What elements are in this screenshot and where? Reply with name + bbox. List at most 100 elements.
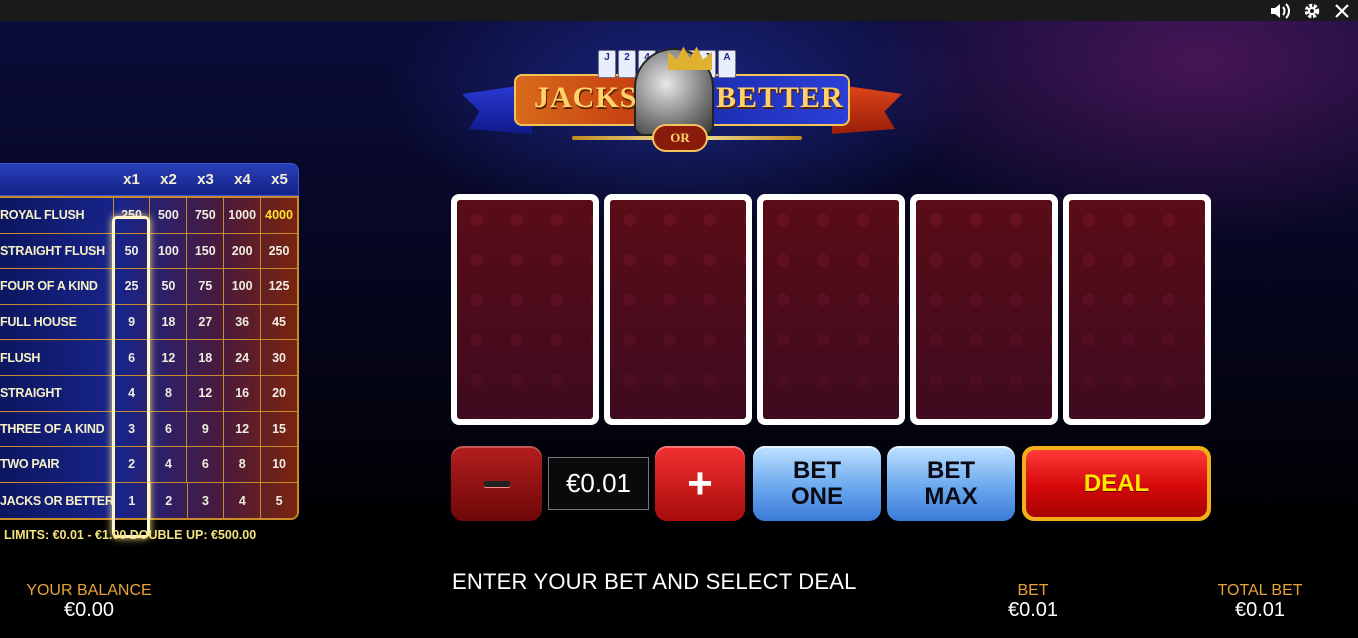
card-back — [763, 200, 899, 419]
status-message: ENTER YOUR BET AND SELECT DEAL — [452, 569, 857, 594]
paytable-payout-cell: 9 — [112, 304, 150, 340]
paytable-row: FOUR OF A KIND 25 50 75 100 125 — [0, 269, 297, 305]
paytable-row: ROYAL FLUSH 250 500 750 1000 4000 — [0, 198, 297, 234]
paytable-payout-cell: 50 — [112, 233, 150, 269]
minus-icon — [483, 480, 510, 487]
paytable-payout-cell: 12 — [223, 411, 260, 447]
logo-word-or: OR — [652, 124, 708, 152]
paytable-payout-cell: 75 — [186, 269, 223, 304]
bet-one-button[interactable]: BET ONE — [753, 446, 881, 521]
paytable-payout-cell: 24 — [223, 340, 260, 375]
bet-max-label-line1: BET — [927, 456, 975, 484]
paytable-column-x4: x4 — [234, 171, 251, 188]
bet-one-label-line1: BET — [792, 456, 841, 484]
paytable-payout-cell: 500 — [149, 198, 186, 233]
bet-max-label-line2: MAX — [924, 482, 978, 510]
paytable-payout-cell: 125 — [260, 269, 297, 304]
bet-footer-value: €0.01 — [1007, 599, 1059, 621]
deal-button[interactable]: DEAL — [1022, 446, 1211, 521]
paytable-hand-name: TWO PAIR — [0, 457, 60, 472]
jacks-or-better-logo: J24JA JACKS BETTER OR — [462, 44, 902, 164]
logo-word-better: BETTER — [716, 81, 844, 114]
close-icon[interactable] — [1330, 0, 1354, 21]
paytable-payout-cell: 20 — [260, 375, 297, 411]
decrease-bet-button[interactable] — [451, 446, 542, 521]
paytable-payout-cell: 250 — [260, 233, 297, 269]
paytable-header: x1 x2 x3 x4 x5 — [0, 163, 299, 196]
paytable-payout-cell: 9 — [186, 411, 223, 447]
paytable-payout-cell: 4000 — [260, 198, 297, 233]
paytable-payout-cell: 18 — [186, 340, 223, 375]
paytable-payout-cell: 15 — [260, 411, 297, 447]
paytable-column-x2: x2 — [160, 171, 177, 188]
balance-label: YOUR BALANCE — [26, 582, 152, 599]
paytable-hand-name: STRAIGHT FLUSH — [0, 243, 105, 258]
paytable-payout-cell: 4 — [223, 482, 260, 519]
paytable-payout-cell: 6 — [149, 411, 186, 447]
paytable-payout-cell: 36 — [223, 304, 260, 340]
paytable-hand-name: FULL HOUSE — [0, 315, 77, 330]
paytable-payout-cell: 4 — [149, 447, 186, 482]
total-bet-label: TOTAL BET — [1217, 582, 1303, 599]
paytable-payout-cell: 2 — [112, 447, 150, 482]
paytable-hand-name: FOUR OF A KIND — [0, 279, 98, 294]
paytable-payout-cell: 8 — [223, 447, 260, 482]
card-slot-2[interactable] — [604, 194, 752, 425]
paytable-row: FLUSH 6 12 18 24 30 — [0, 340, 297, 376]
paytable-hand-name: FLUSH — [0, 350, 41, 365]
paytable-hand-name: ROYAL FLUSH — [0, 208, 85, 223]
card-slot-3[interactable] — [757, 194, 905, 425]
paytable-payout-cell: 8 — [149, 375, 186, 411]
paytable-row: FULL HOUSE 9 18 27 36 45 — [0, 304, 297, 341]
bet-label: BET — [1017, 582, 1049, 599]
paytable-payout-cell: 200 — [223, 233, 260, 269]
card-slot-5[interactable] — [1063, 194, 1211, 425]
card-back — [1069, 200, 1205, 419]
paytable-payout-cell: 30 — [260, 340, 297, 375]
paytable-row: TWO PAIR 2 4 6 8 10 — [0, 447, 297, 483]
paytable-payout-cell: 150 — [186, 233, 223, 269]
paytable: x1 x2 x3 x4 x5 ROYAL FLUSH 250 500 750 1000 4… — [0, 163, 299, 538]
increase-bet-button[interactable]: + — [655, 446, 745, 521]
limits-text: LIMITS: €0.01 - €1.00 DOUBLE UP: €500.00 — [4, 528, 257, 542]
paytable-payout-cell: 100 — [223, 269, 260, 304]
plus-icon: + — [687, 458, 713, 508]
paytable-payout-cell: 3 — [186, 482, 224, 519]
paytable-row: JACKS OR BETTER 1 2 3 4 5 — [0, 482, 297, 519]
card-slot-1[interactable] — [451, 194, 599, 425]
paytable-payout-cell: 4 — [112, 375, 150, 411]
bet-value-display: €0.01 — [548, 457, 649, 510]
paytable-payout-cell: 6 — [186, 447, 223, 482]
balance-value: €0.00 — [63, 599, 115, 621]
paytable-payout-cell: 45 — [260, 304, 297, 340]
paytable-payout-cell: 1 — [113, 482, 150, 519]
paytable-row: STRAIGHT 4 8 12 16 20 — [0, 375, 297, 412]
deal-label: DEAL — [1083, 469, 1150, 497]
card-back — [457, 200, 593, 419]
paytable-payout-cell: 6 — [112, 340, 150, 375]
card-slot-4[interactable] — [910, 194, 1058, 425]
paytable-payout-cell: 12 — [149, 340, 186, 375]
paytable-row: THREE OF A KIND 3 6 9 12 15 — [0, 411, 297, 448]
gear-icon[interactable] — [1300, 0, 1324, 21]
paytable-payout-cell: 100 — [149, 233, 186, 269]
paytable-column-x5: x5 — [271, 171, 288, 188]
paytable-payout-cell: 2 — [149, 482, 187, 519]
paytable-hand-name: STRAIGHT — [0, 386, 62, 401]
paytable-payout-cell: 750 — [186, 198, 223, 233]
top-bar — [0, 0, 1358, 21]
total-bet-value: €0.01 — [1234, 599, 1286, 621]
paytable-row: STRAIGHT FLUSH 50 100 150 200 250 — [0, 233, 297, 270]
paytable-payout-cell: 18 — [149, 304, 186, 340]
card-back — [916, 200, 1052, 419]
card-back — [610, 200, 746, 419]
paytable-payout-cell: 250 — [112, 198, 150, 233]
speaker-icon[interactable] — [1268, 0, 1292, 21]
paytable-payout-cell: 10 — [260, 447, 297, 482]
bet-max-button[interactable]: BET MAX — [887, 446, 1015, 521]
paytable-payout-cell: 1000 — [223, 198, 260, 233]
paytable-column-x1: x1 — [123, 171, 140, 188]
paytable-payout-cell: 12 — [186, 375, 223, 411]
paytable-hand-name: THREE OF A KIND — [0, 421, 105, 436]
paytable-payout-cell: 3 — [112, 411, 150, 447]
